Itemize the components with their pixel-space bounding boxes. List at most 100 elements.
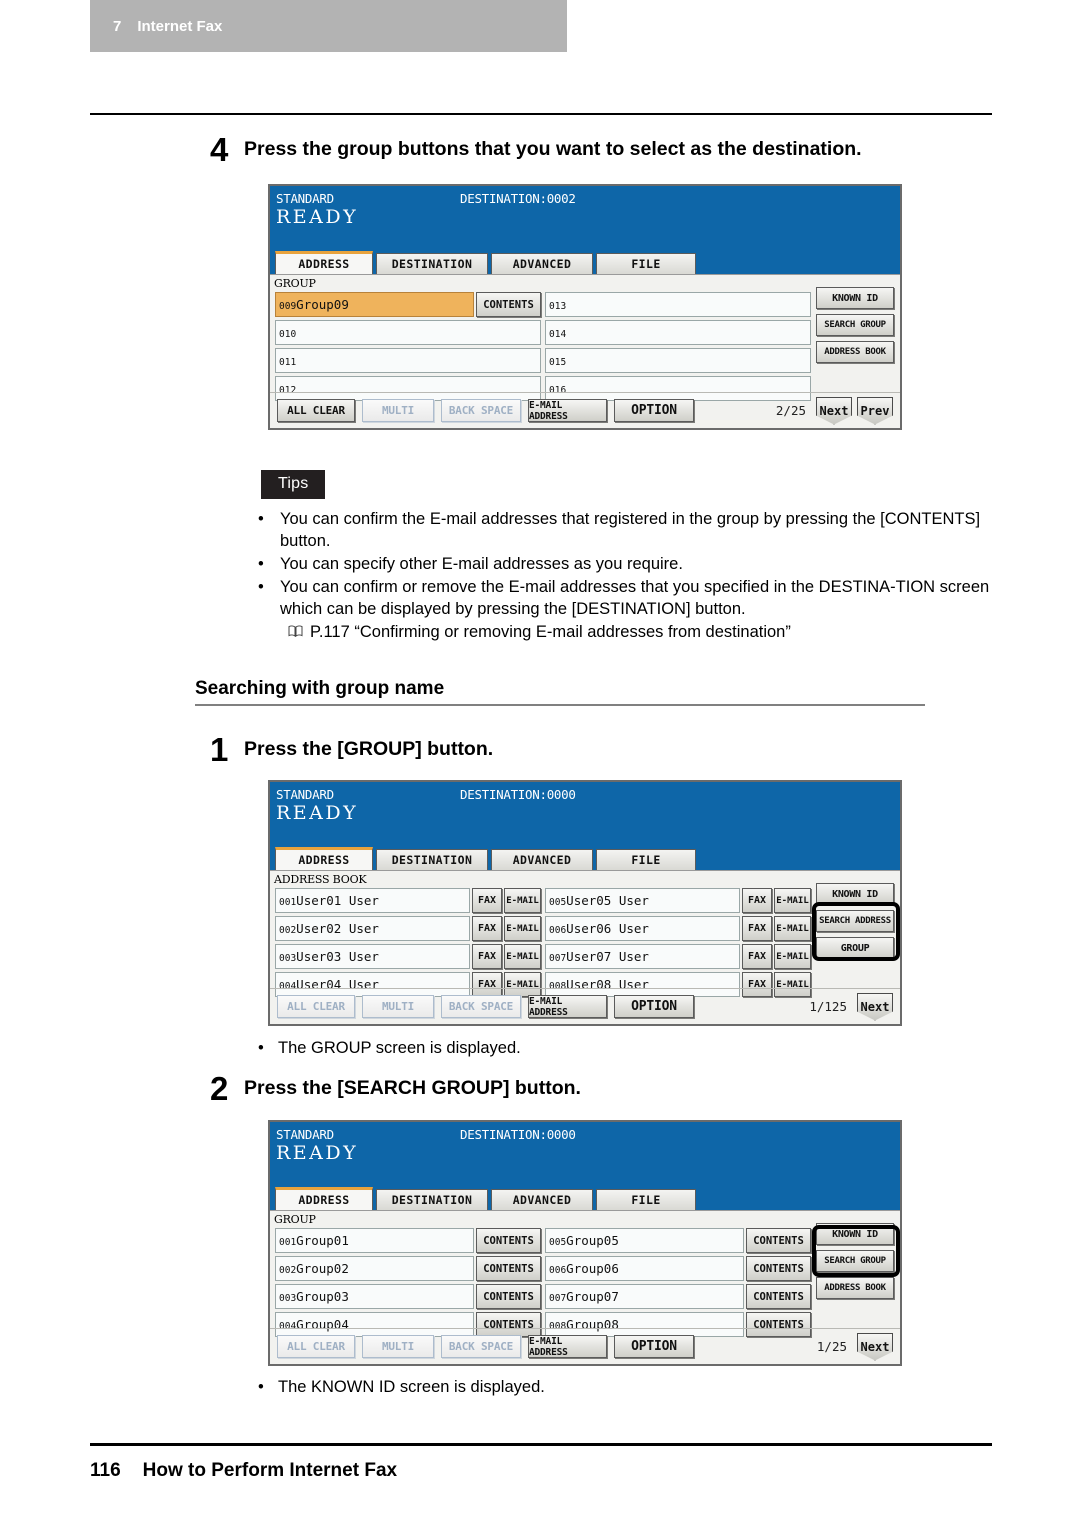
lcd2-email-button-007[interactable]: E-MAIL — [774, 944, 811, 969]
lcd1-email-address-button[interactable]: E-MAIL ADDRESS — [528, 399, 607, 422]
lcd2-fax-button-003[interactable]: FAX — [472, 944, 502, 969]
lcd2-next-button[interactable]: Next — [857, 992, 893, 1021]
lcd3-cell-005[interactable]: 005Group05 CONTENTS — [545, 1228, 811, 1253]
lcd1-cell-010[interactable]: 010 — [275, 320, 541, 345]
lcd3-entry-007[interactable]: 007Group07 — [545, 1284, 744, 1309]
lcd2-entry-006[interactable]: 006User06 User — [545, 916, 740, 941]
lcd2-back-space-button[interactable]: BACK SPACE — [441, 995, 521, 1018]
lcd2-email-button-002[interactable]: E-MAIL — [504, 916, 541, 941]
lcd3-back-space-button[interactable]: BACK SPACE — [441, 1335, 521, 1358]
lcd3-tab-address[interactable]: ADDRESS — [275, 1187, 373, 1210]
lcd2-cell-001[interactable]: 001User01 User FAX E-MAIL — [275, 888, 541, 913]
lcd3-contents-button-002[interactable]: CONTENTS — [476, 1256, 541, 1281]
lcd1-cell-013[interactable]: 013 — [545, 292, 811, 317]
lcd3-cell-003[interactable]: 003Group03 CONTENTS — [275, 1284, 541, 1309]
lcd2-tab-advanced[interactable]: ADVANCED — [491, 849, 593, 870]
lcd2-tab-file[interactable]: FILE — [596, 849, 696, 870]
tip-bullet: • — [258, 510, 264, 528]
lcd3-tab-advanced[interactable]: ADVANCED — [491, 1189, 593, 1210]
lcd1-entry-011[interactable]: 011 — [275, 348, 541, 373]
lcd2-fax-button-005[interactable]: FAX — [742, 888, 772, 913]
lcd3-cell-002[interactable]: 002Group02 CONTENTS — [275, 1256, 541, 1281]
lcd3-cell-007[interactable]: 007Group07 CONTENTS — [545, 1284, 811, 1309]
lcd1-tab-address[interactable]: ADDRESS — [275, 251, 373, 274]
lcd1-entry-014[interactable]: 014 — [545, 320, 811, 345]
lcd2-email-address-button[interactable]: E-MAIL ADDRESS — [528, 995, 607, 1018]
lcd2-entry-005[interactable]: 005User05 User — [545, 888, 740, 913]
lcd1-tab-file[interactable]: FILE — [596, 253, 696, 274]
lcd2-email-button-005[interactable]: E-MAIL — [774, 888, 811, 913]
lcd2-entry-003[interactable]: 003User03 User — [275, 944, 470, 969]
lcd1-known-id-button[interactable]: KNOWN ID — [816, 287, 894, 309]
lcd1-all-clear-button[interactable]: ALL CLEAR — [277, 399, 355, 422]
lcd2-email-button-003[interactable]: E-MAIL — [504, 944, 541, 969]
lcd2-entry-007[interactable]: 007User07 User — [545, 944, 740, 969]
lcd3-address-book-button[interactable]: ADDRESS BOOK — [816, 1277, 894, 1299]
lcd2-page-indicator: 1/125 — [809, 999, 847, 1014]
lcd1-search-group-button[interactable]: SEARCH GROUP — [816, 314, 894, 336]
lcd3-contents-button-005[interactable]: CONTENTS — [746, 1228, 811, 1253]
lcd3-next-button[interactable]: Next — [857, 1332, 893, 1361]
lcd3-contents-button-003[interactable]: CONTENTS — [476, 1284, 541, 1309]
lcd3-all-clear-button[interactable]: ALL CLEAR — [277, 1335, 355, 1358]
lcd1-cell-009[interactable]: 009Group09 CONTENTS — [275, 292, 541, 317]
lcd1-contents-button-009[interactable]: CONTENTS — [476, 292, 541, 317]
lcd2-fax-button-006[interactable]: FAX — [742, 916, 772, 941]
tip-text-1: You can confirm the E-mail addresses tha… — [280, 510, 981, 551]
lcd2-multi-button[interactable]: MULTI — [362, 995, 434, 1018]
lcd3-entry-003-index: 003 — [279, 1293, 297, 1304]
lcd3-contents-button-007[interactable]: CONTENTS — [746, 1284, 811, 1309]
lcd2-fax-button-002[interactable]: FAX — [472, 916, 502, 941]
lcd3-tab-file[interactable]: FILE — [596, 1189, 696, 1210]
lcd2-cell-003[interactable]: 003User03 User FAX E-MAIL — [275, 944, 541, 969]
lcd2-fax-button-001[interactable]: FAX — [472, 888, 502, 913]
lcd1-entry-010[interactable]: 010 — [275, 320, 541, 345]
lcd1-back-space-button[interactable]: BACK SPACE — [441, 399, 521, 422]
lcd3-entry-001[interactable]: 001Group01 — [275, 1228, 474, 1253]
lcd3-entry-003[interactable]: 003Group03 — [275, 1284, 474, 1309]
lcd2-entry-002[interactable]: 002User02 User — [275, 916, 470, 941]
lcd2-cell-007[interactable]: 007User07 User FAX E-MAIL — [545, 944, 811, 969]
lcd2-email-button-001[interactable]: E-MAIL — [504, 888, 541, 913]
lcd1-multi-button[interactable]: MULTI — [362, 399, 434, 422]
lcd2-entry-001[interactable]: 001User01 User — [275, 888, 470, 913]
lcd1-side-buttons: KNOWN ID SEARCH GROUP ADDRESS BOOK — [816, 287, 894, 368]
lcd2-all-clear-button[interactable]: ALL CLEAR — [277, 995, 355, 1018]
lcd1-option-button[interactable]: OPTION — [614, 399, 694, 422]
lcd3-entry-001-name: Group01 — [296, 1233, 349, 1248]
lcd3-multi-button[interactable]: MULTI — [362, 1335, 434, 1358]
lcd3-entry-003-name: Group03 — [296, 1289, 349, 1304]
lcd3-entry-005[interactable]: 005Group05 — [545, 1228, 744, 1253]
lcd1-destination-count: DESTINATION:0002 — [460, 191, 576, 206]
lcd2-cell-006[interactable]: 006User06 User FAX E-MAIL — [545, 916, 811, 941]
lcd3-cell-006[interactable]: 006Group06 CONTENTS — [545, 1256, 811, 1281]
lcd2-tab-destination[interactable]: DESTINATION — [376, 849, 488, 870]
lcd1-next-button[interactable]: Next — [816, 396, 852, 425]
lcd1-entry-013[interactable]: 013 — [545, 292, 811, 317]
lcd3-tab-destination[interactable]: DESTINATION — [376, 1189, 488, 1210]
lcd1-cell-011[interactable]: 011 — [275, 348, 541, 373]
lcd3-email-address-button[interactable]: E-MAIL ADDRESS — [528, 1335, 607, 1358]
lcd3-contents-button-006[interactable]: CONTENTS — [746, 1256, 811, 1281]
lcd2-footer-toolbar: ALL CLEAR MULTI BACK SPACE E-MAIL ADDRES… — [270, 988, 900, 1024]
lcd1-cell-014[interactable]: 014 — [545, 320, 811, 345]
lcd1-entry-015[interactable]: 015 — [545, 348, 811, 373]
lcd1-prev-button[interactable]: Prev — [857, 396, 893, 425]
lcd2-tab-address[interactable]: ADDRESS — [275, 847, 373, 870]
lcd2-option-button[interactable]: OPTION — [614, 995, 694, 1018]
lcd1-tab-destination[interactable]: DESTINATION — [376, 253, 488, 274]
lcd2-cell-002[interactable]: 002User02 User FAX E-MAIL — [275, 916, 541, 941]
lcd1-address-book-button[interactable]: ADDRESS BOOK — [816, 341, 894, 363]
lcd2-email-button-006[interactable]: E-MAIL — [774, 916, 811, 941]
lcd2-fax-button-007[interactable]: FAX — [742, 944, 772, 969]
lcd1-tab-advanced[interactable]: ADVANCED — [491, 253, 593, 274]
callout-group-button — [812, 902, 900, 961]
lcd1-entry-009[interactable]: 009Group09 — [275, 292, 474, 317]
lcd1-cell-015[interactable]: 015 — [545, 348, 811, 373]
lcd3-entry-006[interactable]: 006Group06 — [545, 1256, 744, 1281]
lcd3-entry-002[interactable]: 002Group02 — [275, 1256, 474, 1281]
lcd3-contents-button-001[interactable]: CONTENTS — [476, 1228, 541, 1253]
lcd3-option-button[interactable]: OPTION — [614, 1335, 694, 1358]
lcd2-cell-005[interactable]: 005User05 User FAX E-MAIL — [545, 888, 811, 913]
lcd3-cell-001[interactable]: 001Group01 CONTENTS — [275, 1228, 541, 1253]
